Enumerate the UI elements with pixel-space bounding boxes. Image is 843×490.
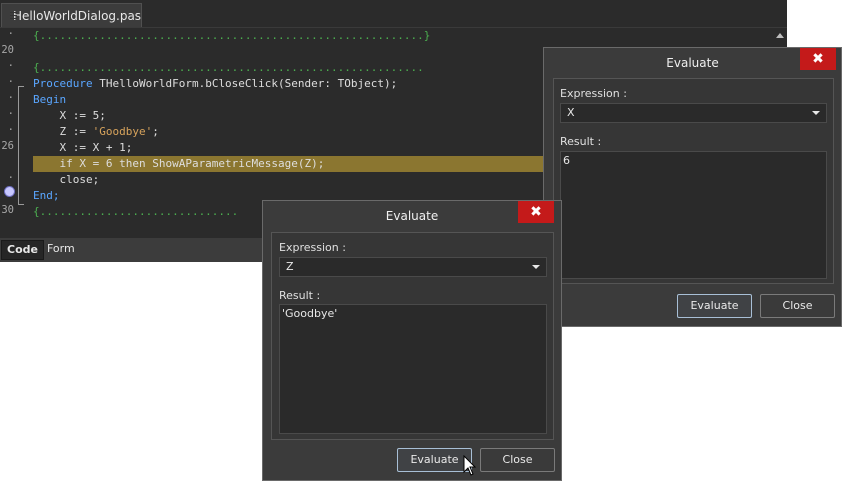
chevron-down-icon[interactable] — [812, 111, 820, 115]
code-line: End; — [33, 189, 60, 202]
expression-combobox[interactable]: Z — [279, 257, 547, 277]
expression-combobox[interactable]: X — [560, 103, 827, 123]
expression-value: X — [567, 106, 575, 119]
expression-label: Expression : — [279, 241, 346, 254]
gutter-dot: · — [7, 124, 14, 136]
expression-value: Z — [286, 260, 294, 273]
gutter-dot: · — [7, 28, 14, 40]
close-icon[interactable]: ✖ — [518, 201, 554, 223]
code-line: close; — [33, 173, 100, 186]
gutter-dot: · — [7, 60, 14, 72]
result-label: Result : — [279, 289, 321, 302]
string-literal: 'Goodbye' — [92, 125, 153, 138]
dialog-title: Evaluate — [666, 56, 719, 70]
fold-line — [18, 86, 19, 204]
file-tab-label: HelloWorldDialog.pas — [13, 8, 142, 23]
fold-start[interactable] — [18, 86, 24, 87]
code-text: ; — [152, 125, 159, 138]
code-line: X := 5; — [33, 109, 106, 122]
gutter-dot: · — [7, 108, 14, 120]
evaluate-button[interactable]: Evaluate — [397, 448, 472, 472]
result-box[interactable]: 6 — [560, 151, 827, 279]
code-text: THelloWorldForm.bCloseClick(Sender: TObj… — [92, 77, 398, 90]
code-line: Begin — [33, 93, 67, 106]
gutter-dot: · — [7, 92, 14, 104]
code-line: {.......................................… — [33, 61, 424, 74]
evaluate-button[interactable]: Evaluate — [677, 294, 752, 318]
close-button[interactable]: Close — [480, 448, 555, 472]
evaluate-dialog-x: Evaluate ✖ Expression : X Result : 6 Eva… — [543, 47, 842, 327]
chevron-down-icon[interactable] — [532, 265, 540, 269]
line-gutter: · 20 · · · · · 26 · 30 — [0, 28, 32, 238]
editor-tab-bar: HelloWorldDialog.pas — [0, 0, 787, 28]
close-icon[interactable]: ✖ — [800, 48, 836, 70]
breakpoint-icon[interactable] — [4, 186, 15, 197]
tab-form[interactable]: Form — [42, 240, 80, 258]
tab-code[interactable]: Code — [1, 240, 44, 260]
code-line: {.......................................… — [33, 29, 431, 42]
line-number: 30 — [1, 204, 14, 216]
line-number: 26 — [1, 140, 14, 152]
code-line: {.............................. — [33, 205, 239, 218]
gutter-dot: · — [7, 76, 14, 88]
code-text: Z := — [33, 125, 93, 138]
mouse-cursor-icon — [463, 455, 477, 476]
scroll-up-icon[interactable] — [776, 33, 784, 38]
file-tab[interactable]: HelloWorldDialog.pas — [1, 3, 142, 27]
code-line: Z := 'Goodbye'; — [33, 124, 159, 140]
code-line: Procedure THelloWorldForm.bCloseClick(Se… — [33, 76, 397, 92]
evaluate-panel: Expression : Z Result : 'Goodbye' — [271, 232, 554, 440]
evaluate-dialog-z: Evaluate ✖ Expression : Z Result : 'Good… — [262, 200, 562, 481]
gutter-dot: · — [7, 172, 14, 184]
execution-line-highlight: if X = 6 then ShowAParametricMessage(Z); — [33, 156, 543, 172]
dialog-title: Evaluate — [385, 209, 439, 223]
close-button[interactable]: Close — [760, 294, 835, 318]
evaluate-panel: Expression : X Result : 6 — [553, 78, 834, 284]
expression-label: Expression : — [560, 87, 627, 100]
line-number: 20 — [1, 44, 14, 56]
fold-end — [18, 204, 24, 205]
result-box[interactable]: 'Goodbye' — [279, 304, 547, 434]
keyword: Procedure — [33, 77, 93, 90]
result-label: Result : — [560, 135, 602, 148]
code-line: X := X + 1; — [33, 141, 133, 154]
